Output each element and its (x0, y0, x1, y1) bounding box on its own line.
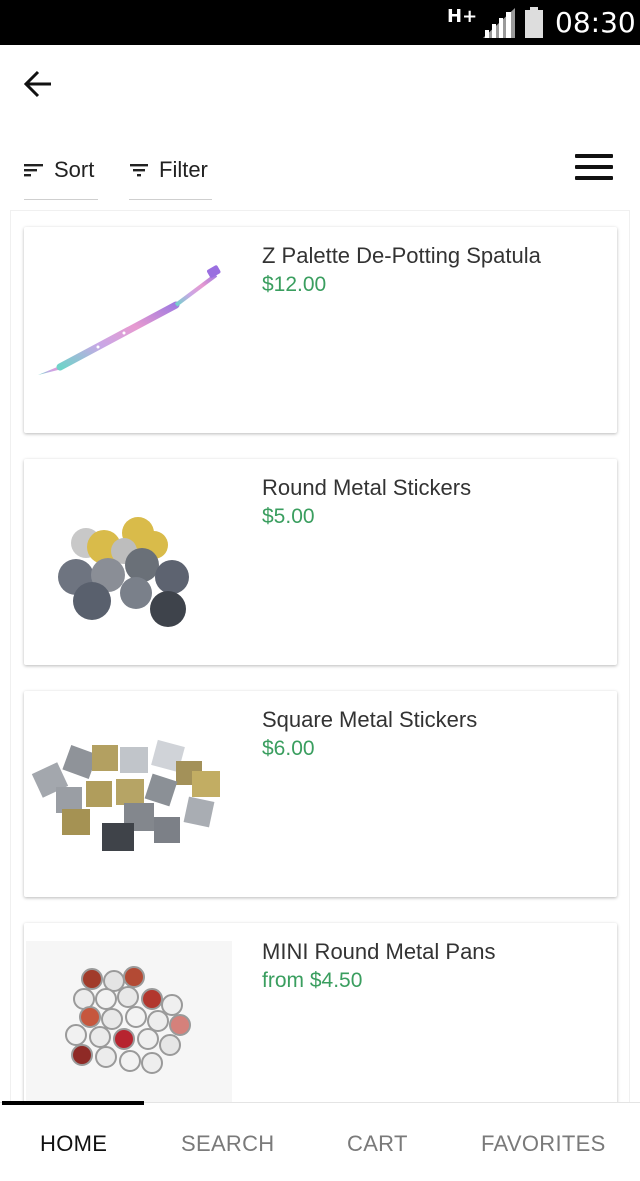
product-price: $12.00 (262, 273, 327, 296)
product-card[interactable]: Round Metal Stickers $5.00 (24, 459, 617, 665)
product-card[interactable]: Z Palette De-Potting Spatula $12.00 (24, 227, 617, 433)
filter-button[interactable]: Filter (129, 140, 212, 200)
hamburger-menu-icon[interactable] (575, 154, 615, 184)
filter-label: Filter (159, 156, 208, 182)
product-title: MINI Round Metal Pans (262, 939, 496, 964)
sort-icon (24, 163, 43, 176)
product-title: Z Palette De-Potting Spatula (262, 243, 541, 268)
clock: 08:30 (555, 6, 636, 39)
sort-filter-bar: Sort Filter (0, 140, 640, 202)
product-list[interactable]: Z Palette De-Potting Spatula $12.00 Roun… (10, 210, 630, 1102)
back-button[interactable] (20, 66, 56, 102)
product-title: Round Metal Stickers (262, 475, 472, 500)
tab-cart[interactable]: CART (347, 1131, 408, 1157)
product-card[interactable]: Square Metal Stickers $6.00 (24, 691, 617, 897)
product-image-metal-pans (26, 941, 232, 1102)
sort-button[interactable]: Sort (24, 140, 98, 200)
arrow-left-icon (23, 70, 51, 98)
bottom-navigation: HOME SEARCH CART FAVORITES (0, 1101, 640, 1181)
battery-icon (525, 7, 543, 38)
signal-icon (483, 8, 515, 38)
product-image-spatula (38, 265, 221, 375)
product-price: from $4.50 (262, 969, 363, 992)
active-tab-indicator (2, 1101, 144, 1105)
tab-favorites[interactable]: FAVORITES (481, 1131, 606, 1157)
product-card[interactable]: MINI Round Metal Pans from $4.50 (24, 923, 617, 1102)
sort-label: Sort (54, 156, 95, 182)
tab-home[interactable]: HOME (40, 1131, 107, 1157)
product-image-square-stickers (31, 739, 220, 851)
product-price: $6.00 (262, 737, 315, 760)
tab-search[interactable]: SEARCH (181, 1131, 275, 1157)
product-price: $5.00 (262, 505, 315, 528)
product-image-round-stickers (58, 517, 189, 627)
filter-icon (130, 163, 148, 176)
status-bar: H+ 08:30 (0, 0, 640, 45)
network-type: H+ (447, 6, 478, 27)
product-title: Square Metal Stickers (262, 707, 478, 732)
